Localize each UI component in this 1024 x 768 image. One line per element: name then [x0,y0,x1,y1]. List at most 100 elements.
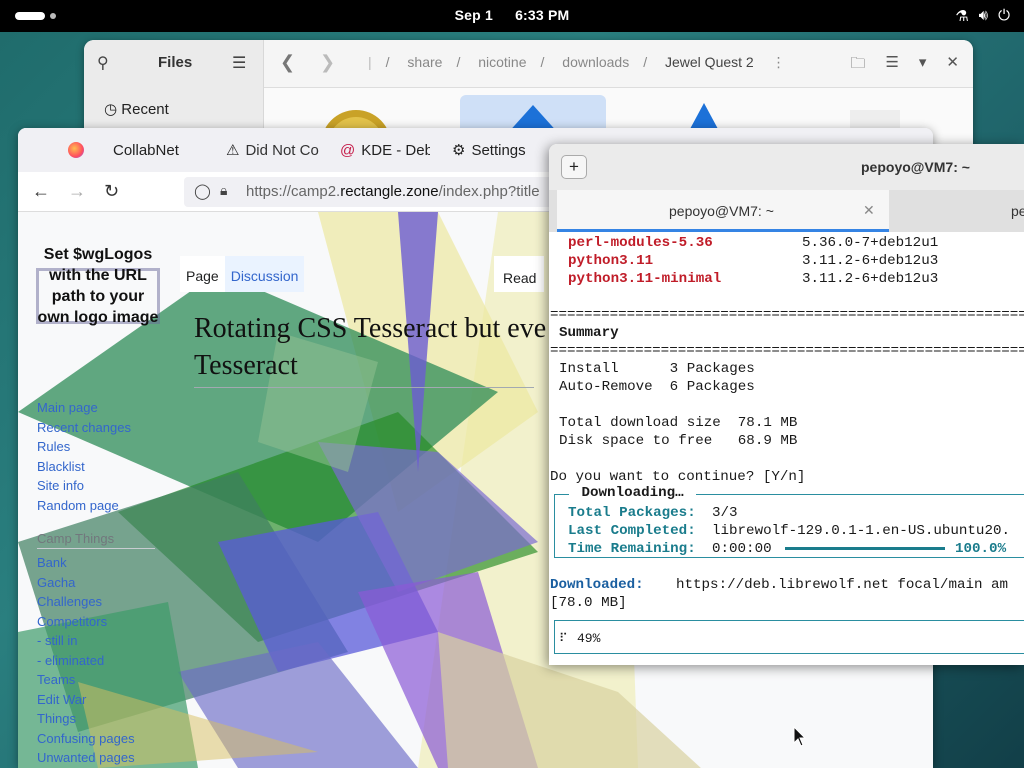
volume-icon: 🔊︎ [978,7,989,24]
pkg-name: python3.11-minimal [568,271,722,287]
folder-search-icon[interactable]: 🗀 [850,53,865,78]
nav-blacklist[interactable]: Blacklist [37,457,131,477]
autoremove-line: Auto-Remove 6 Packages [559,379,755,395]
nav-camp: Bank Gacha Challenges Competitors - stil… [37,553,135,768]
files-header: ❮ ❯ | / share / nicotine / downloads / Jewel… [264,40,973,88]
download-percent: 100.0% [955,541,1007,557]
warning-icon: ⚠ [226,142,240,159]
breadcrumb-jewel-quest[interactable]: Jewel Quest 2 [665,54,754,70]
search-icon[interactable]: ⚲ [97,53,109,73]
breadcrumb-nicotine[interactable]: nicotine [478,54,526,70]
reload-icon[interactable]: ↻ [104,181,119,202]
site-logo-text[interactable]: Set $wgLogos with the URL path to your o… [34,244,162,328]
tab-collabnet[interactable]: CollabNet [113,128,223,172]
nav-eliminated[interactable]: - eliminated [37,651,135,671]
progress-panel [554,620,1024,654]
downloaded-label: Downloaded: [550,577,644,593]
summary-heading: Summary [559,325,619,341]
terminal-tabs: pepoyo@VM7: ~ ✕ pe [549,190,1024,232]
pkg-name: python3.11 [568,253,654,269]
nav-edit-war[interactable]: Edit War [37,690,135,710]
list-view-icon[interactable]: ☰ [885,53,898,78]
nav-still-in[interactable]: - still in [37,631,135,651]
network-icon: ⚗ [955,8,969,25]
nav-confusing-pages[interactable]: Confusing pages [37,729,135,749]
total-packages-label: Total Packages: [568,505,696,521]
url-text: https://camp2.rectangle.zone/index.php?t… [246,183,540,200]
gear-icon: ⚙ [452,142,466,159]
pkg-version: 3.11.2-6+deb12u3 [802,271,939,287]
top-bar: Sep 1 6:33 PM ⚗ 🔊︎ ⏻ [0,0,1024,32]
nav-random-page[interactable]: Random page [37,496,131,516]
install-line: Install 3 Packages [559,361,755,377]
files-title: Files [158,54,193,71]
tab-settings[interactable]: ⚙ Settings [452,128,552,172]
hamburger-menu-icon[interactable]: ☰ [232,53,246,73]
breadcrumb-downloads[interactable]: downloads [562,54,629,70]
chevron-down-icon[interactable]: ▾ [919,53,927,78]
close-icon[interactable]: ✕ [946,53,959,78]
breadcrumb-share[interactable]: share [407,54,442,70]
last-completed-value: librewolf-129.0.1-1.en-US.ubuntu20. [712,523,1010,539]
downloaded-size: [78.0 MB] [550,595,627,611]
forward-arrow-icon[interactable]: → [68,181,86,202]
nav-main-page[interactable]: Main page [37,398,131,418]
tab-read[interactable]: Read [494,256,544,292]
close-tab-icon[interactable]: ✕ [863,202,875,219]
nav-unwanted-pages[interactable]: Unwanted pages [37,748,135,768]
nav-competitors[interactable]: Competitors [37,612,135,632]
downloaded-url: https://deb.librewolf.net focal/main am [676,577,1009,593]
progress-percent: 49% [577,631,601,646]
breadcrumb: | / share / nicotine / downloads / Jewel Que… [368,54,786,70]
time-remaining-value: 0:00:00 [712,541,772,557]
nav-heading-camp: Camp Things [37,531,155,549]
download-panel-title: Downloading… [569,484,697,502]
pkg-name: perl-modules-5.36 [568,235,713,251]
kebab-icon[interactable]: ⋮ [772,54,786,70]
lock-icon[interactable]: 🔒︎ [220,182,227,199]
nav-rules[interactable]: Rules [37,437,131,457]
date-label: Sep 1 [454,7,493,23]
pkg-version: 3.11.2-6+deb12u3 [802,253,939,269]
terminal-tab-2[interactable]: pe [1011,203,1024,219]
disk-space-line: Disk space to free 68.9 MB [559,433,798,449]
shield-icon[interactable]: ◯ [194,182,211,200]
nav-recent-changes[interactable]: Recent changes [37,418,131,438]
mouse-cursor-icon [793,726,807,747]
nav-bank[interactable]: Bank [37,553,135,573]
clock[interactable]: Sep 1 6:33 PM [0,7,1024,23]
back-arrow-icon[interactable]: ← [32,181,50,202]
spinner-icon: ⠏ [559,632,568,646]
terminal-window[interactable]: + pepoyo@VM7: ~ pepoyo@VM7: ~ ✕ pe perl-… [549,144,1024,665]
time-label: 6:33 PM [515,7,570,23]
tab-did-not[interactable]: ⚠ Did Not Co [226,128,326,172]
tab-discussion[interactable]: Discussion [224,256,305,292]
firefox-icon [68,128,84,172]
nav-site-info[interactable]: Site info [37,476,131,496]
terminal-tab-1[interactable]: pepoyo@VM7: ~ ✕ [557,190,889,232]
pkg-version: 5.36.0-7+deb12u1 [802,235,939,251]
tab-kde[interactable]: @ KDE - Deb [340,128,430,172]
sidebar-item-recent[interactable]: ◷ Recent [104,100,169,118]
terminal-output[interactable]: perl-modules-5.36 5.36.0-7+deb12u1 pytho… [549,232,1024,665]
nav-gacha[interactable]: Gacha [37,573,135,593]
nav-teams[interactable]: Teams [37,670,135,690]
rule-line: ========================================… [550,343,1024,359]
new-tab-button[interactable]: + [561,155,587,179]
debian-icon: @ [340,141,356,159]
page-tabs: Page Discussion [180,256,305,292]
terminal-titlebar: + pepoyo@VM7: ~ [549,144,1024,190]
nav-things[interactable]: Things [37,709,135,729]
forward-icon[interactable]: ❯ [320,52,335,73]
tab-page[interactable]: Page [180,256,225,292]
nav-main: Main page Recent changes Rules Blacklist… [37,398,131,515]
power-icon: ⏻ [998,7,1010,24]
clock-icon: ◷ [104,101,118,118]
download-size-line: Total download size 78.1 MB [559,415,798,431]
download-progress-bar [785,547,945,550]
system-tray[interactable]: ⚗ 🔊︎ ⏻ [955,7,1010,25]
nav-challenges[interactable]: Challenges [37,592,135,612]
page-title: Rotating CSS Tesseract but eve Tesseract [194,310,554,388]
last-completed-label: Last Completed: [568,523,696,539]
back-icon[interactable]: ❮ [280,52,295,73]
